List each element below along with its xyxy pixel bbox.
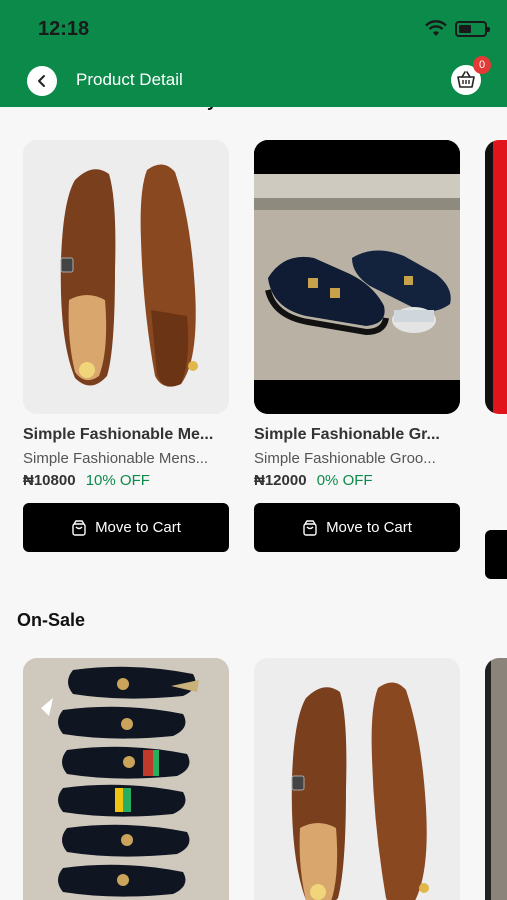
on-sale-section-title: On-Sale: [17, 610, 86, 630]
product-description: Simple Fashionable Mens...: [23, 450, 209, 467]
battery-icon: [455, 21, 490, 37]
black-loafers-image: [254, 140, 460, 414]
app-header: 12:18 Product Detail 0: [0, 0, 507, 107]
product-card-partial[interactable]: [485, 140, 507, 579]
page-title: Product Detail: [76, 70, 183, 89]
product-image[interactable]: [254, 658, 460, 900]
move-to-cart-button[interactable]: Move to Cart: [23, 503, 229, 552]
battery-fill: [459, 25, 471, 33]
move-to-cart-button[interactable]: [485, 530, 507, 579]
nav-bar: Product Detail 0: [0, 56, 507, 104]
product-card[interactable]: Simple Fashionable Me... Simple Fashiona…: [23, 140, 229, 552]
product-card[interactable]: [254, 658, 460, 900]
cart-count-badge: 0: [473, 56, 491, 74]
app-root: 12:18 Product Detail 0 Simple Fashionabl…: [0, 0, 507, 900]
price-line: ₦10800 10% OFF: [23, 472, 229, 489]
status-bar: 12:18: [0, 0, 507, 58]
move-to-cart-button[interactable]: Move to Cart: [254, 503, 460, 552]
basket-icon: [457, 71, 475, 88]
product-price: ₦12000: [254, 472, 307, 489]
product-image[interactable]: [485, 658, 507, 900]
product-image[interactable]: [23, 140, 229, 414]
product-name: Simple Fashionable Me...: [23, 426, 214, 443]
product-image[interactable]: [254, 140, 460, 414]
status-time: 12:18: [38, 18, 90, 40]
shopping-bag-icon: [303, 519, 317, 536]
brown-shoe-image: [254, 658, 460, 900]
shopping-bag-icon: [72, 519, 86, 536]
product-price: ₦10800: [23, 472, 76, 489]
move-to-cart-label: Move to Cart: [326, 519, 412, 536]
product-discount: 10% OFF: [85, 472, 150, 489]
product-name: Simple Fashionable Gr...: [254, 426, 440, 443]
brown-shoe-image: [23, 140, 229, 414]
move-to-cart-label: Move to Cart: [95, 519, 181, 536]
price-line: ₦12000 0% OFF: [254, 472, 460, 489]
product-image[interactable]: [485, 140, 507, 414]
wifi-icon: [425, 20, 447, 36]
product-discount: 0% OFF: [316, 472, 373, 489]
status-icons: [425, 20, 490, 38]
chevron-left-icon: [38, 75, 45, 87]
product-image[interactable]: [23, 658, 229, 900]
sandals-image: [23, 658, 229, 900]
product-description: Simple Fashionable Groo...: [254, 450, 436, 467]
product-card[interactable]: Simple Fashionable Gr... Simple Fashiona…: [254, 140, 460, 552]
product-card-partial[interactable]: [485, 658, 507, 900]
back-button[interactable]: [27, 66, 57, 96]
product-card[interactable]: [23, 658, 229, 900]
